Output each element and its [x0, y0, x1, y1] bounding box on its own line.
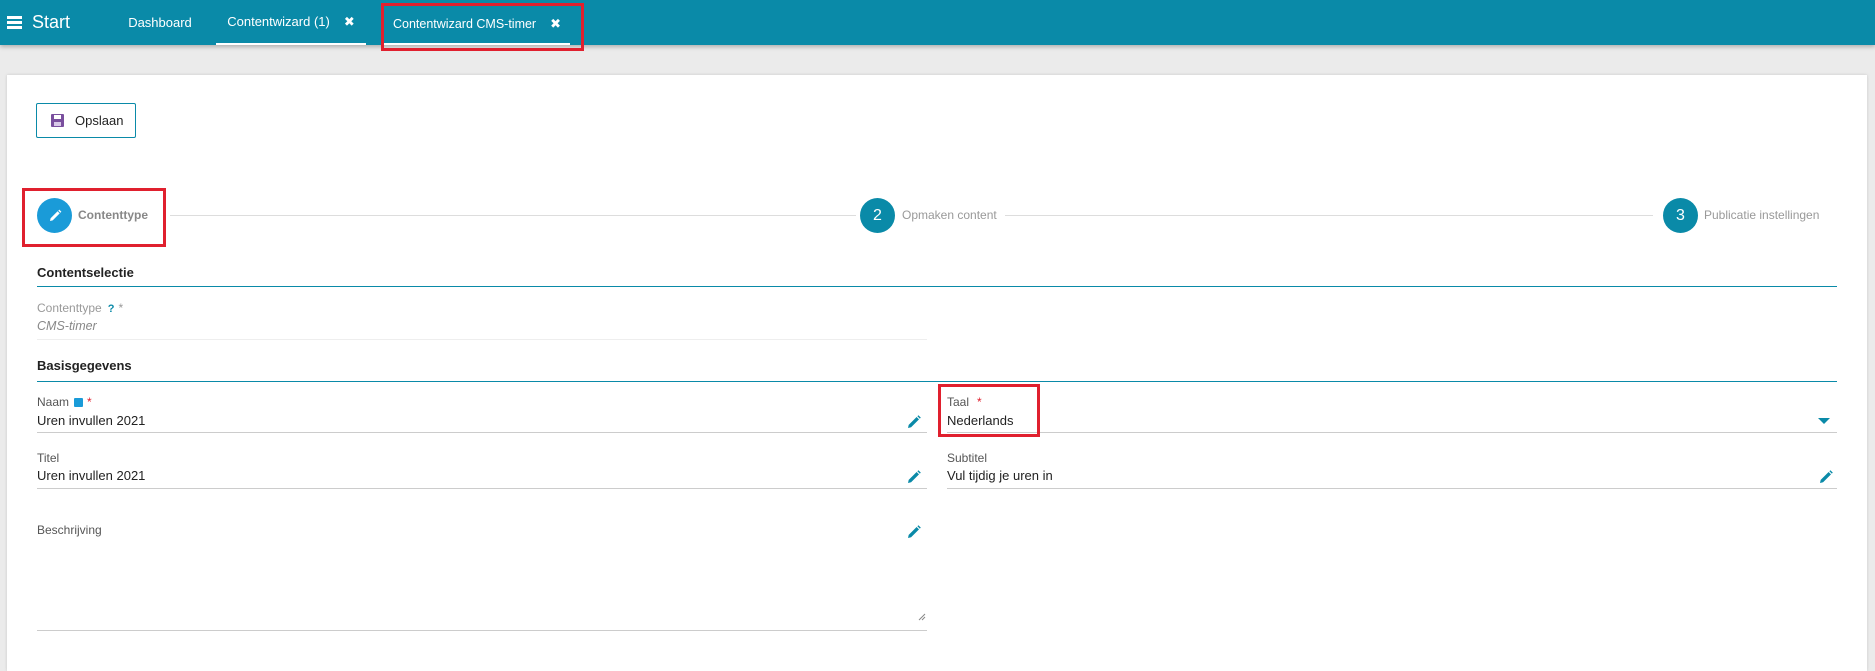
taal-field-label: Taal *	[947, 395, 982, 409]
tab-contentwizard-1[interactable]: Contentwizard (1) ✖	[216, 0, 366, 45]
beschrijving-underline	[37, 630, 927, 631]
required-marker: *	[87, 395, 92, 409]
section-title-contentselectie: Contentselectie	[37, 265, 134, 280]
tab-contentwizard-cms-timer-label: Contentwizard CMS-timer	[393, 16, 537, 31]
start-menu-button[interactable]: Start	[7, 12, 70, 33]
titel-input[interactable]: Uren invullen 2021	[37, 468, 145, 483]
step-1-circle[interactable]	[37, 198, 72, 233]
naam-label-text: Naam	[37, 395, 70, 409]
naam-input[interactable]: Uren invullen 2021	[37, 413, 145, 428]
book-icon[interactable]	[74, 398, 84, 407]
naam-underline	[37, 432, 927, 433]
titel-underline	[37, 488, 927, 489]
contenttype-field-label: Contenttype? *	[37, 301, 123, 315]
hamburger-menu-icon[interactable]	[7, 16, 22, 29]
section-divider	[37, 381, 1837, 382]
beschrijving-textarea[interactable]	[37, 545, 887, 615]
floppy-disk-icon	[51, 114, 64, 127]
contenttype-value: CMS-timer	[37, 319, 97, 333]
taal-underline	[947, 432, 1837, 433]
help-icon[interactable]: ?	[108, 303, 115, 315]
subtitel-input[interactable]: Vul tijdig je uren in	[947, 468, 1053, 483]
step-1-label[interactable]: Contenttype	[78, 208, 148, 222]
tab-contentwizard-1-label: Contentwizard (1)	[227, 14, 330, 29]
stepper-connector	[170, 215, 856, 216]
required-marker: *	[118, 301, 124, 315]
edit-pencil-icon[interactable]	[906, 414, 922, 430]
edit-pencil-icon[interactable]	[1818, 469, 1834, 485]
close-tab-icon[interactable]: ✖	[344, 14, 355, 30]
tab-contentwizard-cms-timer[interactable]: Contentwizard CMS-timer ✖	[384, 4, 570, 45]
tab-dashboard-label: Dashboard	[128, 15, 192, 30]
edit-pencil-icon[interactable]	[906, 524, 922, 540]
step-3-label[interactable]: Publicatie instellingen	[1704, 208, 1819, 222]
section-title-basisgegevens: Basisgegevens	[37, 358, 132, 373]
required-marker: *	[977, 395, 982, 409]
step-3-number: 3	[1676, 206, 1685, 224]
step-3-circle[interactable]: 3	[1663, 198, 1698, 233]
taal-select[interactable]: Nederlands	[947, 413, 1014, 428]
contenttype-label-text: Contenttype	[37, 301, 102, 315]
chevron-down-icon[interactable]	[1818, 418, 1830, 424]
start-label: Start	[32, 12, 71, 32]
tab-dashboard[interactable]: Dashboard	[110, 0, 210, 45]
subtitel-field-label: Subtitel	[947, 451, 988, 465]
top-navigation-bar: Start Dashboard Contentwizard (1) ✖ Cont…	[0, 0, 1875, 45]
beschrijving-field-label: Beschrijving	[37, 523, 102, 537]
titel-field-label: Titel	[37, 451, 60, 465]
edit-pencil-icon[interactable]	[906, 469, 922, 485]
close-tab-icon[interactable]: ✖	[550, 16, 561, 32]
stepper-connector	[1005, 215, 1653, 216]
resize-handle-icon[interactable]	[918, 613, 926, 621]
naam-field-label: Naam *	[37, 395, 92, 409]
step-2-label[interactable]: Opmaken content	[902, 208, 997, 222]
taal-label-text: Taal	[947, 395, 970, 409]
subtitel-underline	[947, 488, 1837, 489]
step-2-number: 2	[873, 206, 882, 224]
save-button-label: Opslaan	[75, 113, 124, 128]
step-2-circle[interactable]: 2	[860, 198, 895, 233]
section-divider	[37, 286, 1837, 287]
pencil-icon	[49, 209, 61, 221]
save-button[interactable]: Opslaan	[36, 103, 136, 138]
contenttype-underline	[37, 339, 927, 340]
